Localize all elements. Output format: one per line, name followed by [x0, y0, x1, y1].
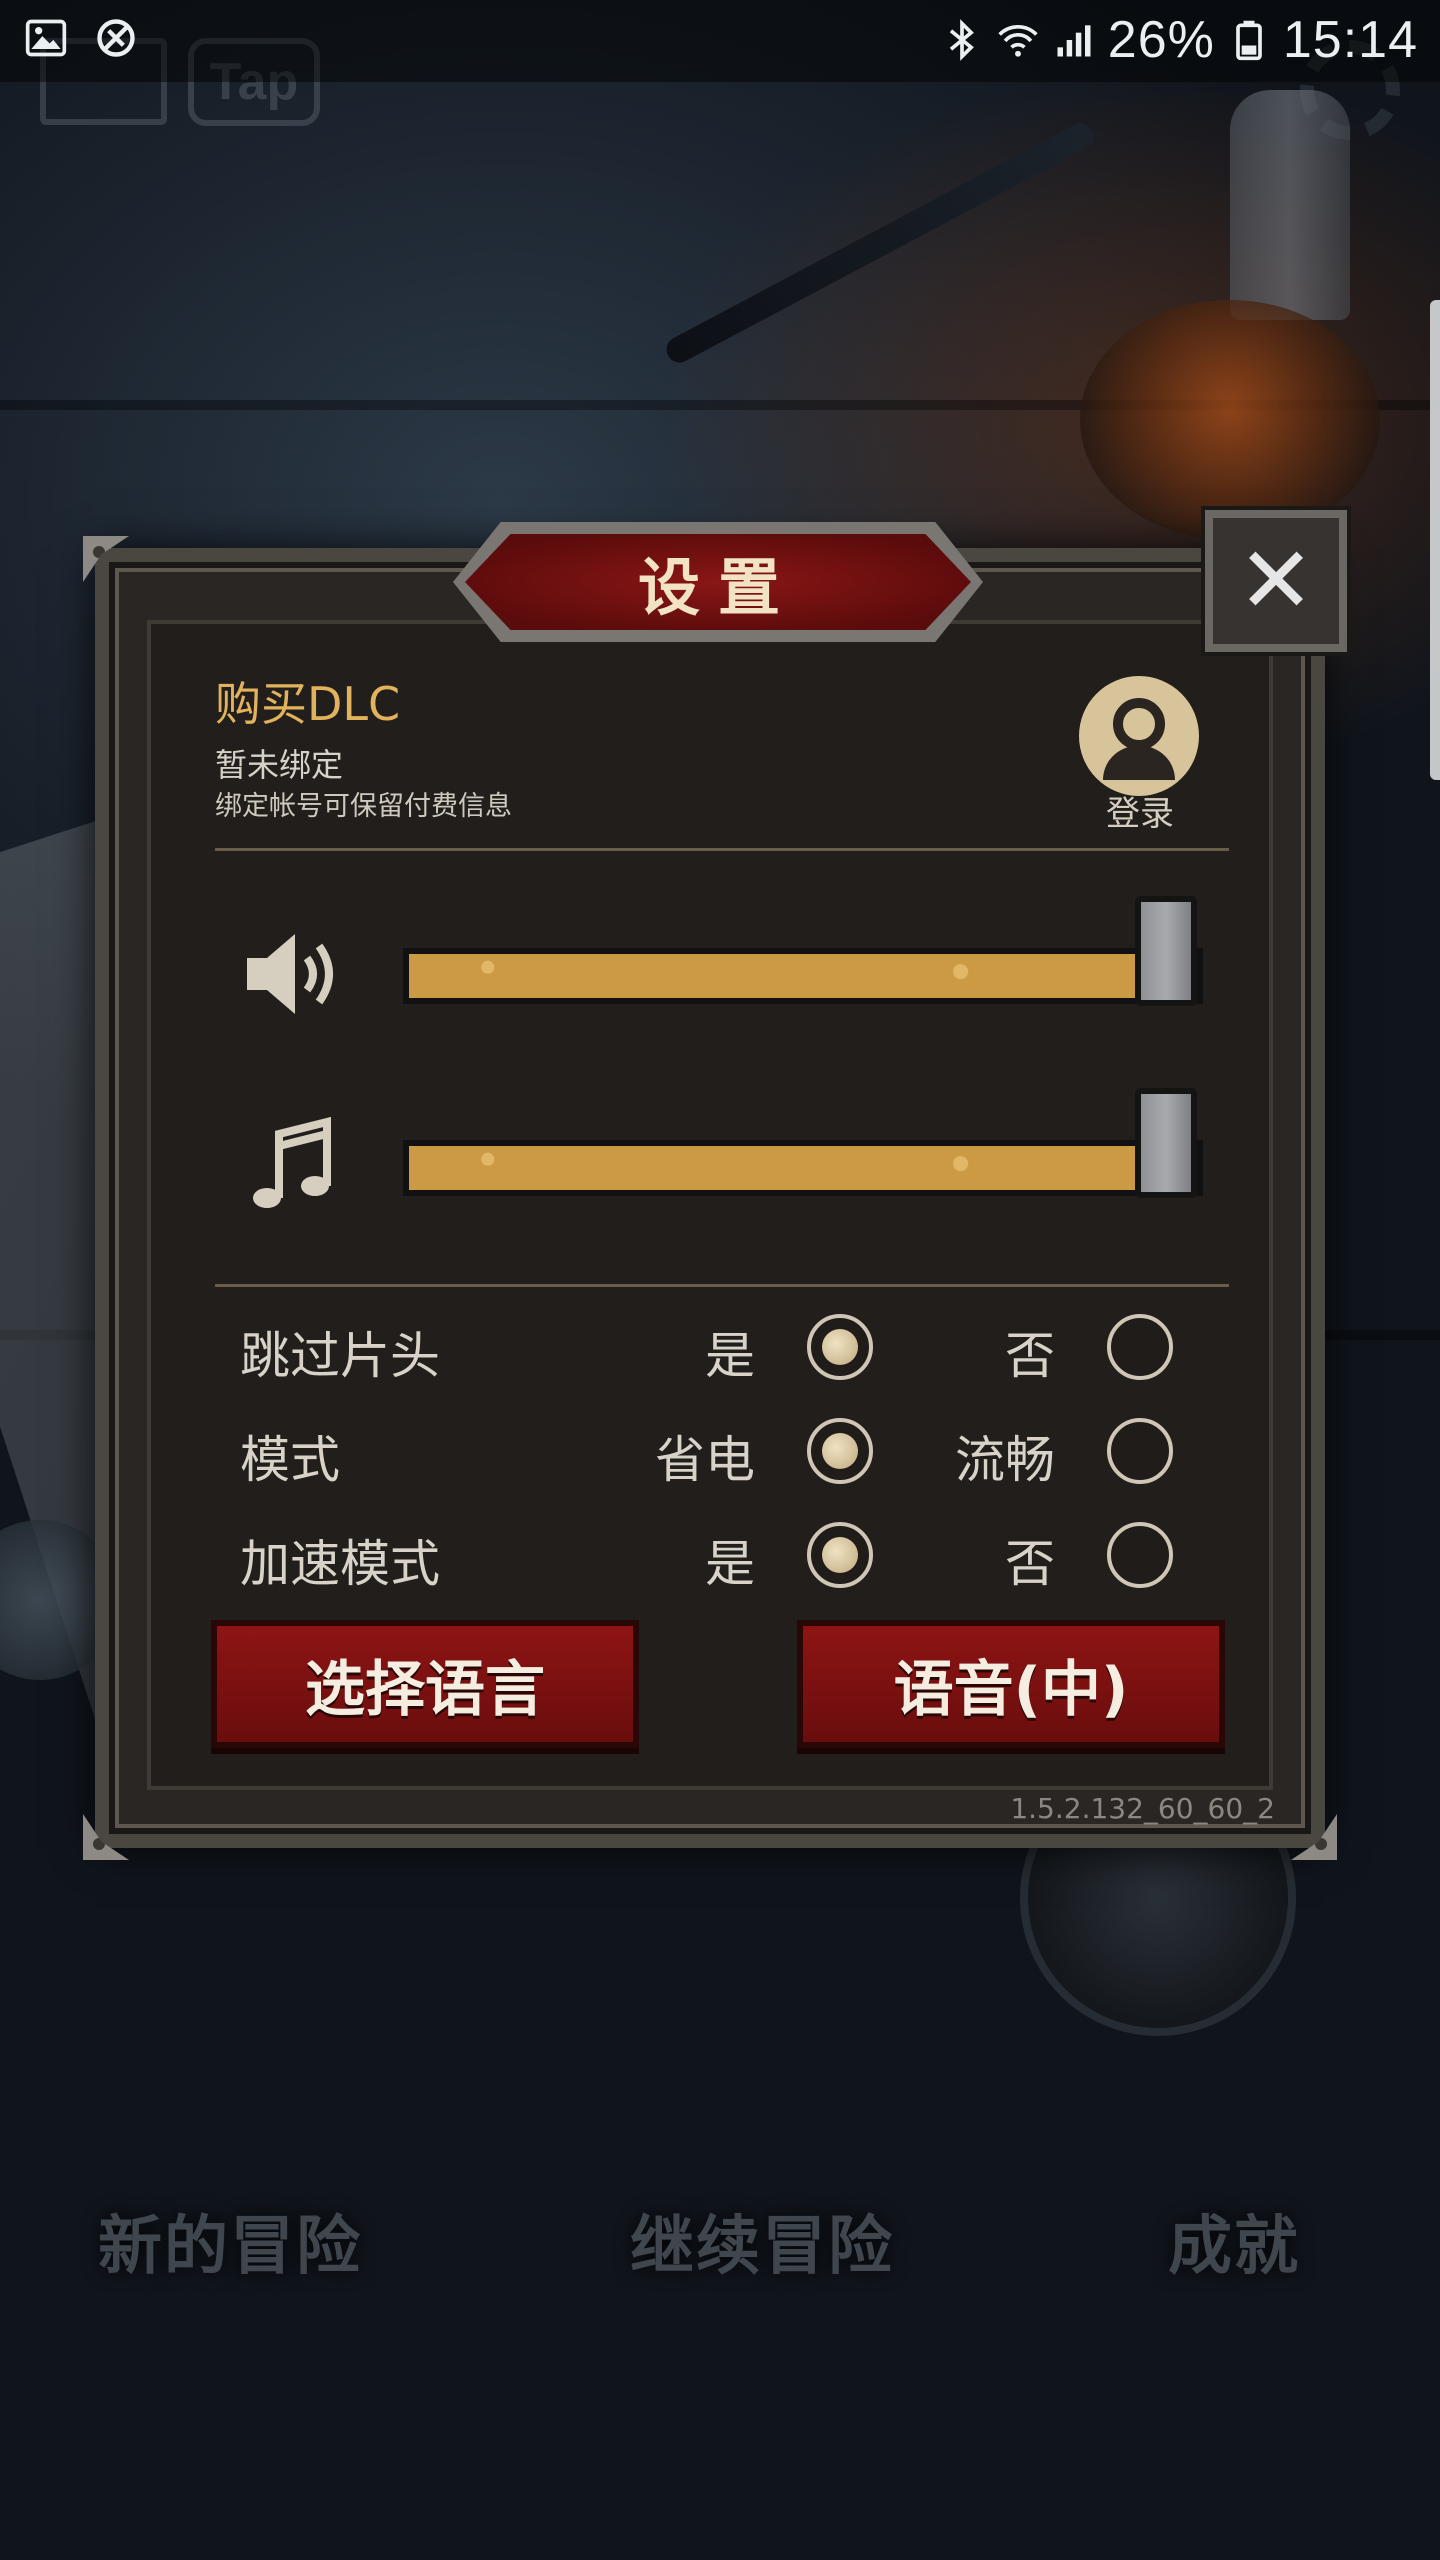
option-label: 模式 — [240, 1431, 340, 1489]
sound-volume-slider[interactable] — [403, 948, 1203, 1004]
voice-language-button[interactable]: 语音(中) — [797, 1620, 1225, 1748]
close-icon: ✕ — [1237, 527, 1315, 634]
select-language-label: 选择语言 — [305, 1654, 545, 1725]
option-label: 加速模式 — [240, 1535, 440, 1593]
dialog-title: 设置 — [637, 551, 798, 624]
skip-intro-option-row: 跳过片头 是 否 — [95, 1308, 1325, 1388]
status-bar: 26% 15:14 — [0, 0, 1440, 82]
option-choice-a-label: 是 — [705, 1535, 755, 1593]
edge-panel-handle[interactable] — [1430, 300, 1440, 780]
speedup-no-radio[interactable] — [1107, 1522, 1173, 1588]
section-divider — [215, 848, 1229, 851]
music-volume-knob[interactable] — [1135, 1088, 1197, 1198]
battery-percentage: 26% — [1107, 11, 1215, 69]
option-choice-b-label: 否 — [1005, 1327, 1055, 1385]
quill-decoration — [661, 118, 1099, 368]
sound-volume-knob[interactable] — [1135, 896, 1197, 1006]
account-binding-description: 绑定帐号可保留付费信息 — [215, 791, 512, 822]
main-menu: 新的冒险 继续冒险 成就 — [0, 2195, 1440, 2305]
option-choice-b-label: 否 — [1005, 1535, 1055, 1593]
voice-language-label: 语音(中) — [893, 1654, 1129, 1725]
music-note-icon — [253, 1116, 331, 1208]
speedup-yes-radio[interactable] — [807, 1522, 873, 1588]
skip-intro-no-radio[interactable] — [1107, 1314, 1173, 1380]
achievements-button[interactable]: 成就 — [1168, 2195, 1300, 2287]
bluetooth-icon — [949, 19, 974, 61]
option-label: 跳过片头 — [240, 1327, 440, 1385]
section-divider — [215, 1284, 1229, 1287]
speaker-icon — [247, 934, 333, 1014]
user-avatar-icon — [1079, 676, 1199, 796]
dlc-purchase-title: 购买DLC — [215, 677, 401, 731]
sound-volume-fill — [409, 954, 1197, 998]
mode-power-saving-radio[interactable] — [807, 1418, 873, 1484]
account-binding-status: 暂未绑定 — [215, 746, 344, 784]
version-text: 1.5.2.132_60_60_2 — [1010, 1792, 1275, 1825]
skip-intro-yes-radio[interactable] — [807, 1314, 873, 1380]
continue-adventure-button[interactable]: 继续冒险 — [630, 2195, 894, 2287]
option-choice-b-label: 流畅 — [955, 1431, 1055, 1489]
pumpkin-decoration — [1080, 300, 1380, 540]
music-volume-fill — [409, 1146, 1197, 1190]
music-volume-row — [235, 1088, 1235, 1226]
mode-smooth-radio[interactable] — [1107, 1418, 1173, 1484]
music-volume-slider[interactable] — [403, 1140, 1203, 1196]
option-choice-a-label: 是 — [705, 1327, 755, 1385]
option-choice-a-label: 省电 — [655, 1431, 755, 1489]
blocked-notification-icon — [97, 19, 135, 57]
new-adventure-button[interactable]: 新的冒险 — [98, 2195, 362, 2287]
mode-option-row: 模式 省电 流畅 — [95, 1412, 1325, 1492]
wifi-icon — [998, 24, 1038, 57]
speedup-mode-option-row: 加速模式 是 否 — [95, 1516, 1325, 1596]
battery-icon — [1236, 20, 1262, 61]
login-label: 登录 — [1106, 794, 1174, 834]
dialog-title-plate: 设置 — [453, 522, 983, 642]
gallery-notification-icon — [25, 19, 67, 57]
signal-icon — [1057, 25, 1091, 57]
login-button[interactable]: 登录 — [1075, 676, 1205, 836]
candle-decoration — [1230, 90, 1350, 320]
sound-volume-row — [235, 896, 1235, 1034]
select-language-button[interactable]: 选择语言 — [211, 1620, 639, 1748]
close-button[interactable]: ✕ — [1201, 506, 1351, 656]
settings-dialog: 设置 ✕ 购买DLC 暂未绑定 绑定帐号可保留付费信息 登录 跳过片头 是 否 … — [83, 506, 1351, 1848]
clock-time: 15:14 — [1282, 11, 1418, 69]
